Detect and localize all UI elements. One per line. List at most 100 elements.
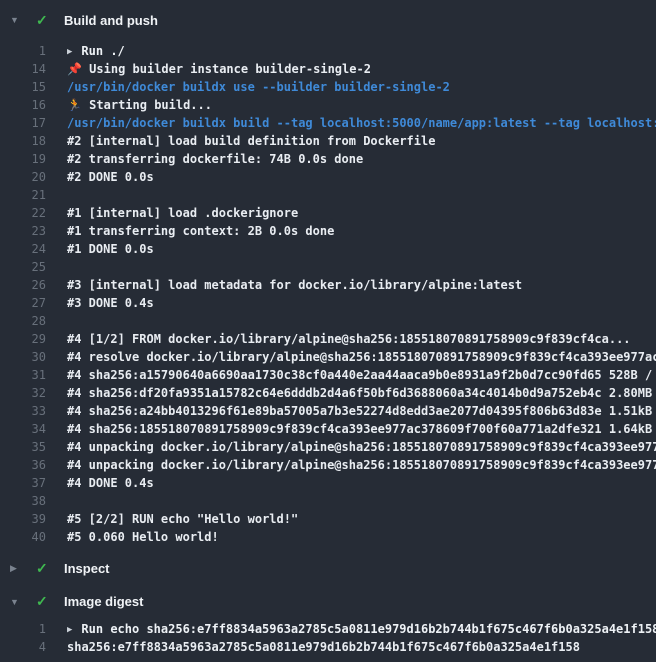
log-section-image-digest: ▼✓Image digest1▶Run echo sha256:e7ff8834…	[0, 585, 656, 662]
line-number[interactable]: 20	[0, 168, 46, 186]
log-line: 29 #4 [1/2] FROM docker.io/library/alpine…	[0, 330, 656, 348]
line-number[interactable]: 15	[0, 78, 46, 96]
log-line: 34 #4 sha256:185518070891758909c9f839cf4c…	[0, 420, 656, 438]
check-icon: ✓	[36, 560, 54, 577]
log-lines: 1 ▶Run echo sha256:e7ff8834a5963a2785c5a0…	[0, 618, 656, 662]
log-line: 19 #2 transferring dockerfile: 74B 0.0s d…	[0, 150, 656, 168]
section-header-inspect[interactable]: ▶ ✓ Inspect	[0, 552, 656, 585]
log-line: 14📌 Using builder instance builder-singl…	[0, 60, 656, 78]
log-section-inspect: ▶ ✓ Inspect	[0, 552, 656, 585]
section-title: Inspect	[64, 561, 110, 576]
log-line: 38	[0, 492, 656, 510]
chevron-right-icon: ▶	[10, 563, 26, 574]
line-number[interactable]: 24	[0, 240, 46, 258]
log-text: #4 sha256:df20fa9351a15782c64e6dddb2d4a6…	[67, 384, 656, 402]
line-number[interactable]: 35	[0, 438, 46, 456]
log-text: #4 DONE 0.4s	[67, 474, 154, 492]
log-line: 37 #4 DONE 0.4s	[0, 474, 656, 492]
line-number[interactable]: 4	[0, 638, 46, 656]
log-text: #4 resolve docker.io/library/alpine@sha2…	[67, 348, 656, 366]
log-text: #4 sha256:185518070891758909c9f839cf4ca3…	[67, 420, 656, 438]
line-number[interactable]: 31	[0, 366, 46, 384]
log-text: #2 [internal] load build definition from…	[67, 132, 435, 150]
log-text: #2 DONE 0.0s	[67, 168, 154, 186]
log-line: 39 #5 [2/2] RUN echo "Hello world!"	[0, 510, 656, 528]
log-line: 1 ▶Run echo sha256:e7ff8834a5963a2785c5a0…	[0, 620, 656, 638]
log-text: ▶Run echo sha256:e7ff8834a5963a2785c5a08…	[67, 620, 656, 638]
log-line: 4 sha256:e7ff8834a5963a2785c5a0811e979d16…	[0, 638, 656, 656]
log-text: ▶ Run ./	[67, 42, 125, 60]
log-line: 28	[0, 312, 656, 330]
log-text: #4 sha256:a15790640a6690aa1730c38cf0a440…	[67, 366, 656, 384]
log-line: 15/usr/bin/docker buildx use --builder b…	[0, 78, 656, 96]
log-line: 32 #4 sha256:df20fa9351a15782c64e6dddb2d4…	[0, 384, 656, 402]
chevron-down-icon: ▼	[10, 597, 26, 607]
log-line: 26 #3 [internal] load metadata for docker…	[0, 276, 656, 294]
line-number[interactable]: 23	[0, 222, 46, 240]
line-number[interactable]: 39	[0, 510, 46, 528]
line-number[interactable]: 40	[0, 528, 46, 546]
section-title: Build and push	[64, 13, 158, 28]
check-icon: ✓	[36, 593, 54, 610]
line-number[interactable]: 28	[0, 312, 46, 330]
log-line: 1 ▶ Run ./	[0, 42, 656, 60]
log-line: 22 #1 [internal] load .dockerignore	[0, 204, 656, 222]
log-text: #4 sha256:a24bb4013296f61e89ba57005a7b3e…	[67, 402, 656, 420]
check-icon: ✓	[36, 12, 54, 29]
log-text: #5 0.060 Hello world!	[67, 528, 219, 546]
line-number[interactable]: 16	[0, 96, 46, 114]
log-line: 21	[0, 186, 656, 204]
section-header-build-and-push[interactable]: ▼ ✓ Build and push	[0, 0, 656, 40]
log-line: 17/usr/bin/docker buildx build --tag loc…	[0, 114, 656, 132]
line-number[interactable]: 19	[0, 150, 46, 168]
log-line: 33 #4 sha256:a24bb4013296f61e89ba57005a7b…	[0, 402, 656, 420]
log-section-build-and-push: ▼ ✓ Build and push 1 ▶ Run ./ 14📌 Using builde…	[0, 0, 656, 552]
log-text: #4 unpacking docker.io/library/alpine@sh…	[67, 456, 656, 474]
log-text: #3 [internal] load metadata for docker.i…	[67, 276, 522, 294]
log-line: 18 #2 [internal] load build definition fr…	[0, 132, 656, 150]
line-number[interactable]: 21	[0, 186, 46, 204]
chevron-down-icon: ▼	[10, 15, 26, 25]
log-text: /usr/bin/docker buildx build --tag local…	[67, 114, 656, 132]
log-text: #2 transferring dockerfile: 74B 0.0s don…	[67, 150, 363, 168]
line-number[interactable]: 36	[0, 456, 46, 474]
command-text: Run ./	[81, 44, 124, 58]
line-number[interactable]: 29	[0, 330, 46, 348]
log-text: sha256:e7ff8834a5963a2785c5a0811e979d16b…	[67, 638, 580, 656]
line-number[interactable]: 18	[0, 132, 46, 150]
log-line: 40 #5 0.060 Hello world!	[0, 528, 656, 546]
log-text: #1 [internal] load .dockerignore	[67, 204, 298, 222]
expand-arrow-icon[interactable]: ▶	[67, 621, 72, 638]
log-line: 16 🏃 Starting build...	[0, 96, 656, 114]
log-line: 20 #2 DONE 0.0s	[0, 168, 656, 186]
section-header-image-digest[interactable]: ▼✓Image digest	[0, 585, 656, 618]
log-line: 25	[0, 258, 656, 276]
log-text: #4 unpacking docker.io/library/alpine@sh…	[67, 438, 656, 456]
line-number[interactable]: 25	[0, 258, 46, 276]
line-number[interactable]: 27	[0, 294, 46, 312]
log-line: 23#1 transferring context: 2B 0.0s done	[0, 222, 656, 240]
line-number[interactable]: 1	[0, 620, 46, 638]
line-number[interactable]: 30	[0, 348, 46, 366]
workflow-log-viewer: ▼ ✓ Build and push 1 ▶ Run ./ 14📌 Using builde…	[0, 0, 656, 662]
log-text: #1 DONE 0.0s	[67, 240, 154, 258]
expand-arrow-icon[interactable]: ▶	[67, 43, 72, 60]
log-text: #3 DONE 0.4s	[67, 294, 154, 312]
line-number[interactable]: 17	[0, 114, 46, 132]
log-line: 24 #1 DONE 0.0s	[0, 240, 656, 258]
log-lines: 1 ▶ Run ./ 14📌 Using builder instance build…	[0, 40, 656, 552]
line-number[interactable]: 37	[0, 474, 46, 492]
line-number[interactable]: 22	[0, 204, 46, 222]
line-number[interactable]: 34	[0, 420, 46, 438]
log-text: #4 [1/2] FROM docker.io/library/alpine@s…	[67, 330, 631, 348]
line-number[interactable]: 33	[0, 402, 46, 420]
line-number[interactable]: 1	[0, 42, 46, 60]
log-text: #5 [2/2] RUN echo "Hello world!"	[67, 510, 298, 528]
line-number[interactable]: 14	[0, 60, 46, 78]
log-line: 30 #4 resolve docker.io/library/alpine@sh…	[0, 348, 656, 366]
log-text: 🏃 Starting build...	[67, 96, 212, 114]
line-number[interactable]: 32	[0, 384, 46, 402]
line-number[interactable]: 26	[0, 276, 46, 294]
line-number[interactable]: 38	[0, 492, 46, 510]
log-text: /usr/bin/docker buildx use --builder bui…	[67, 78, 450, 96]
